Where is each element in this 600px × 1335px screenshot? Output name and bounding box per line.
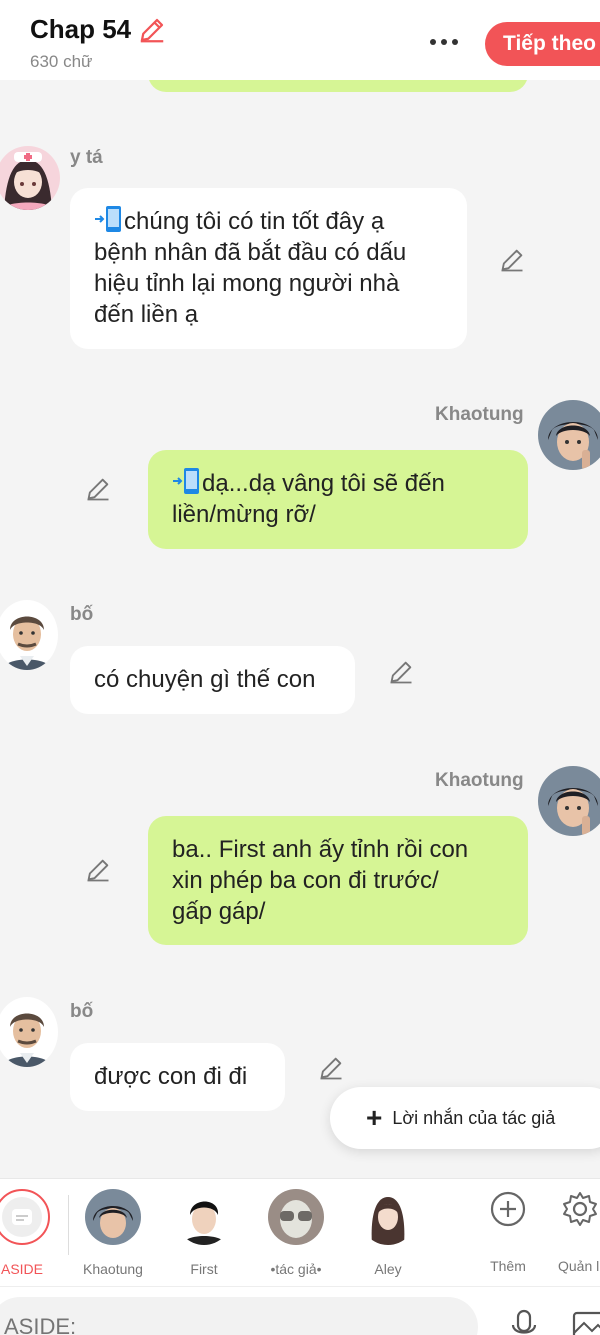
more-options-button[interactable]	[424, 22, 464, 62]
character-label: First	[190, 1261, 218, 1277]
top-bar: Chap 54 630 chữ Tiếp theo	[0, 0, 600, 80]
message-line: đến liền ạ	[94, 301, 199, 328]
character-bar: ASIDE Khaotung First •tác giả• Aley Thêm…	[0, 1178, 600, 1286]
plus-icon: +	[366, 1102, 383, 1133]
character-author[interactable]: •tác giả•	[256, 1189, 336, 1277]
speaker-name: bố	[70, 604, 94, 625]
character-label: Quản l	[558, 1258, 600, 1274]
edit-icon[interactable]	[387, 658, 415, 686]
message-line: gấp gáp/	[172, 898, 266, 925]
character-label: •tác giả•	[270, 1261, 322, 1277]
speaker-name: Khaotung	[435, 770, 524, 791]
divider	[68, 1195, 69, 1255]
dot-icon	[452, 39, 458, 45]
aside-avatar	[0, 1189, 50, 1245]
speaker-name: Khaotung	[435, 404, 524, 425]
avatar-father[interactable]	[0, 600, 58, 670]
author-note-button[interactable]: + Lời nhắn của tác giả	[330, 1087, 600, 1149]
phone-incoming-icon	[173, 468, 199, 494]
add-character-button[interactable]: Thêm	[468, 1189, 548, 1274]
image-icon[interactable]	[572, 1311, 600, 1335]
chapter-title-text: Chap 54	[30, 14, 132, 44]
character-khaotung[interactable]: Khaotung	[73, 1189, 153, 1277]
dot-icon	[430, 39, 436, 45]
edit-icon[interactable]	[84, 475, 112, 503]
next-chapter-button[interactable]: Tiếp theo	[485, 22, 600, 66]
plus-circle-icon	[490, 1191, 526, 1227]
character-aside[interactable]: ASIDE	[0, 1189, 62, 1277]
character-avatar	[360, 1189, 416, 1245]
character-label: Aley	[374, 1261, 402, 1277]
word-count: 630 chữ	[30, 52, 93, 71]
pencil-icon[interactable]	[137, 15, 167, 45]
message-input[interactable]	[0, 1297, 478, 1335]
message-line: bệnh nhân đã bắt đầu có dấu	[94, 239, 407, 266]
message-line: hiệu tỉnh lại mong người nhà	[94, 270, 400, 297]
character-first[interactable]: First	[164, 1189, 244, 1277]
avatar-nurse[interactable]	[0, 146, 60, 210]
dot-icon	[441, 39, 447, 45]
speaker-name: bố	[70, 1001, 94, 1022]
gear-icon	[563, 1192, 597, 1226]
message-line: xin phép ba con đi trước/	[172, 867, 439, 894]
character-avatar	[268, 1189, 324, 1245]
microphone-icon[interactable]	[508, 1309, 540, 1335]
avatar-father[interactable]	[0, 997, 58, 1067]
message-text: dạ...dạ vâng tôi sẽ đến	[202, 470, 445, 497]
message-line: dạ...dạ vâng tôi sẽ đến	[172, 468, 506, 499]
message-line: liền/mừng rỡ/	[172, 501, 316, 528]
message-line: có chuyện gì thế con	[94, 666, 316, 693]
chat-bubble[interactable]: chúng tôi có tin tốt đây ạ bệnh nhân đã …	[70, 188, 467, 349]
character-aley[interactable]: Aley	[348, 1189, 428, 1277]
chat-bubble[interactable]: dạ...dạ vâng tôi sẽ đến liền/mừng rỡ/	[148, 450, 528, 549]
chat-bubble[interactable]: ba.. First anh ấy tỉnh rồi con xin phép …	[148, 816, 528, 945]
edit-icon[interactable]	[84, 856, 112, 884]
message-line: chúng tôi có tin tốt đây ạ	[94, 206, 445, 237]
character-label: ASIDE	[0, 1261, 43, 1277]
author-note-label: Lời nhắn của tác giả	[392, 1107, 556, 1128]
message-line: ba.. First anh ấy tỉnh rồi con	[172, 836, 469, 863]
character-label: Thêm	[490, 1258, 526, 1274]
chapter-title: Chap 54	[30, 14, 167, 45]
message-icon	[2, 1197, 42, 1237]
phone-incoming-icon	[95, 206, 121, 232]
message-line: được con đi đi	[94, 1063, 248, 1090]
character-label: Khaotung	[83, 1261, 143, 1277]
edit-icon[interactable]	[498, 246, 526, 274]
avatar-khaotung[interactable]	[538, 400, 600, 470]
message-text: chúng tôi có tin tốt đây ạ	[124, 208, 385, 235]
manage-characters-button[interactable]: Quản l	[540, 1189, 600, 1274]
character-avatar	[176, 1189, 232, 1245]
edit-icon[interactable]	[317, 1054, 345, 1082]
chat-bubble[interactable]: được con đi đi	[70, 1043, 285, 1111]
speaker-name: y tá	[70, 147, 103, 168]
avatar-khaotung[interactable]	[538, 766, 600, 836]
chat-bubble[interactable]: có chuyện gì thế con	[70, 646, 355, 714]
input-bar	[0, 1286, 600, 1335]
character-avatar	[85, 1189, 141, 1245]
